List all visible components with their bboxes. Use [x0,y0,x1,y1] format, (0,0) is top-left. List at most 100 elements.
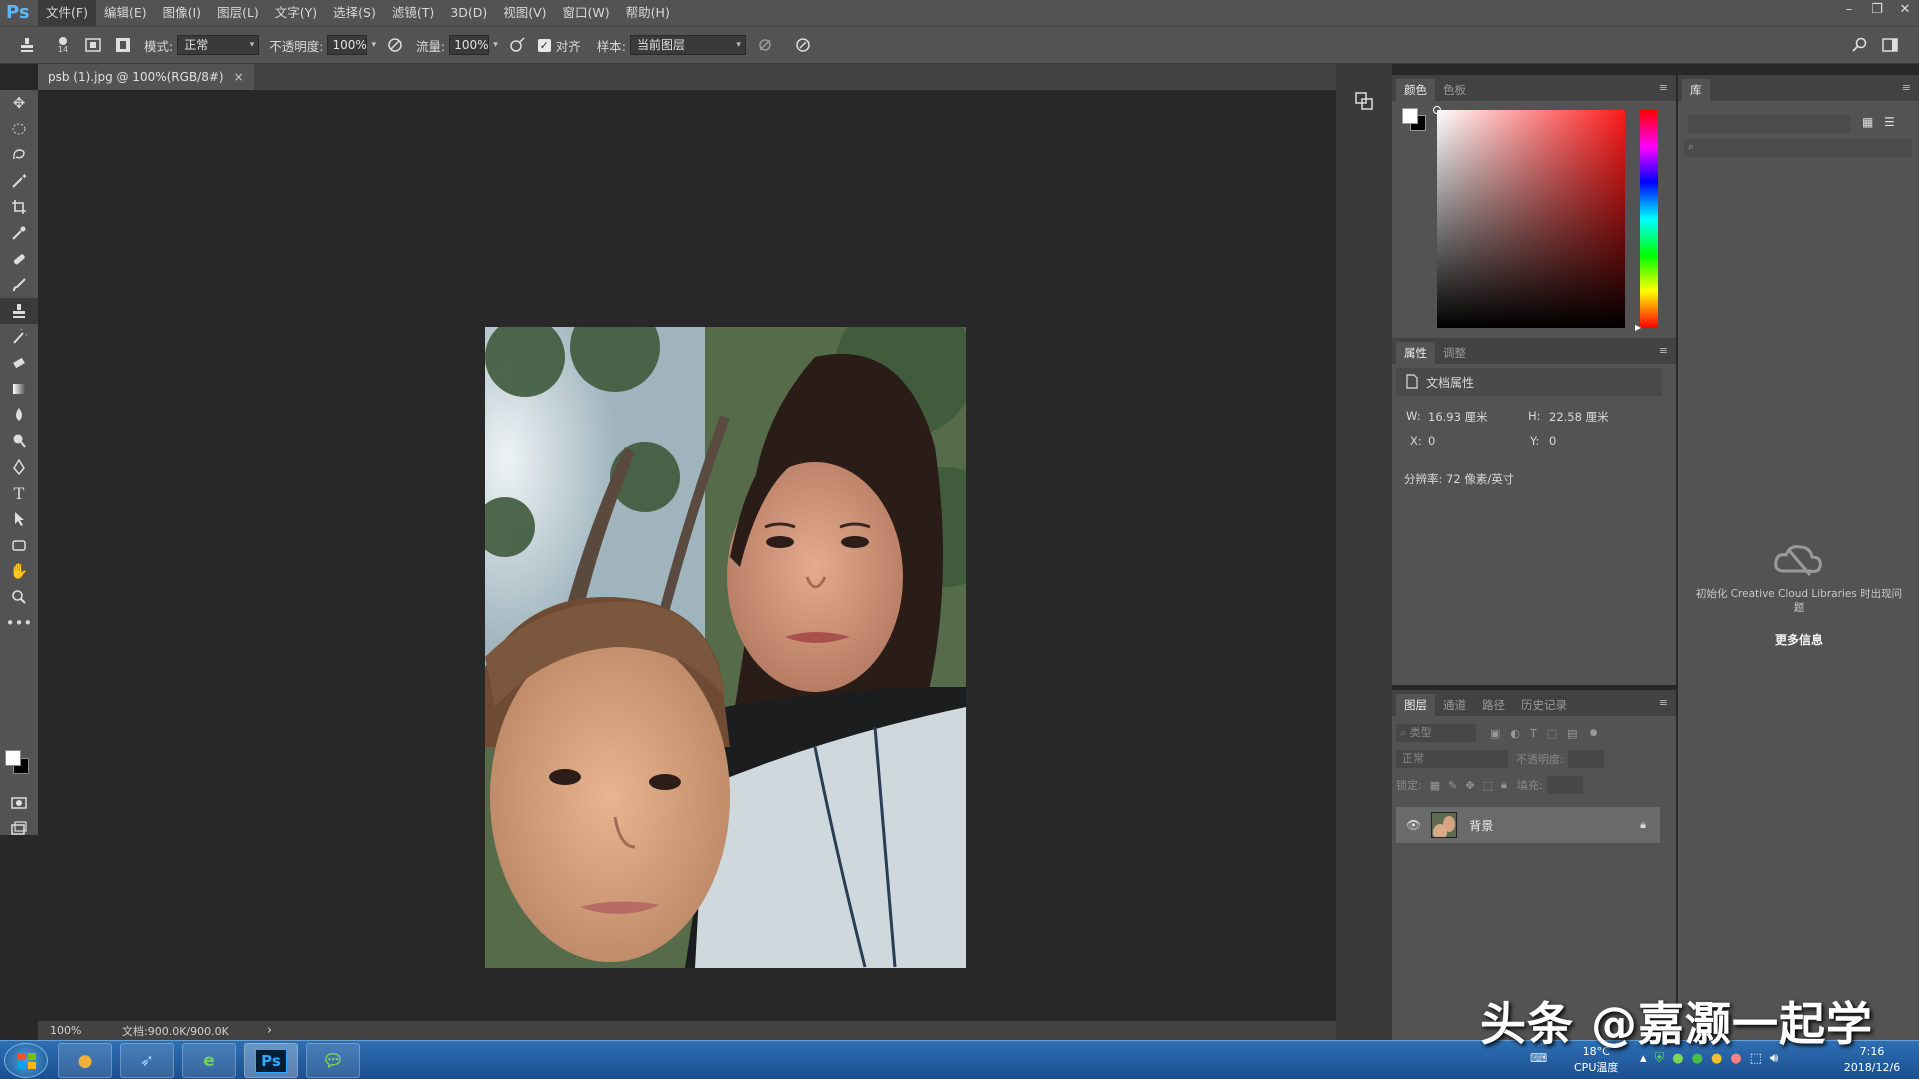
filter-toggle-icon[interactable]: ● [1590,728,1598,738]
pressure-size-icon[interactable] [792,34,814,56]
library-select[interactable] [1688,115,1850,133]
lock-pixels-icon[interactable]: ✎ [1448,779,1457,792]
tab-swatches[interactable]: 色板 [1435,79,1474,101]
width-value[interactable]: 16.93 厘米 [1428,409,1488,425]
foreground-color-swatch[interactable] [1402,108,1418,124]
flow-input[interactable]: 100% [449,35,490,55]
pen-tool-icon[interactable] [0,454,38,480]
layer-name[interactable]: 背景 [1469,817,1493,834]
clone-stamp-tool-icon[interactable] [0,298,38,324]
panel-menu-icon[interactable]: ≡ [1659,696,1668,709]
path-selection-tool-icon[interactable] [0,506,38,532]
menu-type[interactable]: 文字(Y) [267,0,325,26]
quick-mask-icon[interactable] [0,790,38,816]
blur-tool-icon[interactable] [0,402,38,428]
x-value[interactable]: 0 [1428,434,1435,448]
start-button[interactable] [4,1043,48,1078]
layer-opacity-input[interactable] [1567,750,1604,768]
feather-app-taskbar-icon[interactable]: ➶ [120,1043,174,1078]
smart-object-filter-icon[interactable]: ▤ [1567,727,1577,740]
adjustment-filter-icon[interactable]: ◐ [1510,727,1520,740]
history-brush-tool-icon[interactable] [0,324,38,350]
clone-source-panel-icon[interactable] [82,34,104,56]
ie-browser-taskbar-icon[interactable]: e [182,1043,236,1078]
aligned-checkbox[interactable]: ✓ [537,38,551,52]
menu-select[interactable]: 选择(S) [325,0,384,26]
library-search-input[interactable]: ⌕ [1684,139,1912,157]
tab-paths[interactable]: 路径 [1474,694,1513,716]
tab-history[interactable]: 历史记录 [1513,694,1575,716]
zoom-tool-icon[interactable] [0,584,38,610]
magic-wand-tool-icon[interactable]: ✦ [0,168,38,194]
tab-libraries[interactable]: 库 [1682,79,1710,101]
menu-window[interactable]: 窗口(W) [555,0,618,26]
airbrush-icon[interactable] [506,34,528,56]
hue-slider[interactable] [1640,110,1658,328]
dodge-tool-icon[interactable] [0,428,38,454]
eyedropper-tool-icon[interactable] [0,220,38,246]
tab-properties[interactable]: 属性 [1396,342,1435,364]
more-tools-icon[interactable]: ••• [0,610,38,636]
menu-help[interactable]: 帮助(H) [618,0,678,26]
pixel-filter-icon[interactable]: ▣ [1490,727,1500,740]
layer-row[interactable]: 👁︎ 背景 🔒︎ [1396,807,1660,843]
status-menu-arrow[interactable]: › [267,1023,272,1038]
color-picker-handle[interactable] [1433,106,1441,114]
tab-adjustments[interactable]: 调整 [1435,342,1474,364]
panel-menu-icon[interactable]: ≡ [1902,81,1911,94]
eraser-tool-icon[interactable] [0,350,38,376]
360-browser-taskbar-icon[interactable]: ● [58,1043,112,1078]
foreground-color-swatch[interactable] [5,750,21,766]
eye-icon[interactable]: 👁︎ [1406,818,1421,832]
minimize-button[interactable]: – [1835,0,1863,20]
sample-select[interactable]: 当前图层 ▾ [629,35,746,55]
fill-input[interactable] [1546,776,1583,794]
lock-transparent-icon[interactable]: ▦ [1430,779,1440,792]
move-tool-icon[interactable]: ✥ [0,90,38,116]
height-value[interactable]: 22.58 厘米 [1549,409,1609,425]
lock-position-icon[interactable]: ✥ [1465,779,1474,792]
menu-3d[interactable]: 3D(D) [442,0,495,26]
saturation-brightness-field[interactable] [1437,110,1625,328]
zoom-level[interactable]: 100% [50,1024,100,1037]
lock-artboard-icon[interactable]: ⬚ [1483,779,1493,792]
document-tab[interactable]: psb (1).jpg @ 100%(RGB/8#) × [38,64,254,90]
lasso-tool-icon[interactable] [0,142,38,168]
menu-file[interactable]: 文件(F) [38,0,96,26]
pressure-opacity-icon[interactable] [384,34,406,56]
screen-mode-icon[interactable] [0,816,38,842]
menu-view[interactable]: 视图(V) [495,0,554,26]
toggle-brush-panel-icon[interactable] [112,34,134,56]
gradient-tool-icon[interactable] [0,376,38,402]
search-icon[interactable] [1849,34,1871,56]
healing-brush-tool-icon[interactable] [0,246,38,272]
canvas-area[interactable] [38,90,1336,1021]
restore-button[interactable]: ❐ [1863,0,1891,20]
list-view-icon[interactable]: ☰ [1884,115,1895,129]
panel-menu-icon[interactable]: ≡ [1659,344,1668,357]
more-info-link[interactable]: 更多信息 [1692,631,1906,648]
document-image[interactable] [485,327,966,968]
type-filter-icon[interactable]: T [1530,727,1537,740]
hue-slider-handle[interactable]: ▶ [1635,323,1641,332]
brush-tool-icon[interactable] [0,272,38,298]
clone-stamp-tool-icon[interactable] [16,34,38,56]
y-value[interactable]: 0 [1549,434,1556,448]
lock-all-icon[interactable]: 🔒︎ [1501,778,1507,792]
mode-select[interactable]: 正常 ▾ [177,35,260,55]
shape-filter-icon[interactable]: ⬚ [1547,727,1557,740]
workspace-switcher-icon[interactable] [1879,34,1901,56]
wechat-taskbar-icon[interactable]: 💬︎ [306,1043,360,1078]
brush-preset-picker[interactable]: 14 [52,34,74,56]
ignore-adjustment-layers-icon[interactable] [754,34,776,56]
photoshop-taskbar-button[interactable]: Ps [244,1043,298,1078]
crop-tool-icon[interactable] [0,194,38,220]
close-button[interactable]: ✕ [1891,0,1919,20]
menu-edit[interactable]: 编辑(E) [96,0,155,26]
hand-tool-icon[interactable]: ✋ [0,558,38,584]
layer-filter-select[interactable]: ⌕ 类型 [1396,724,1476,742]
chevron-down-icon[interactable]: ▾ [371,40,376,50]
tab-channels[interactable]: 通道 [1435,694,1474,716]
menu-image[interactable]: 图像(I) [155,0,209,26]
opacity-input[interactable]: 100% [327,35,368,55]
